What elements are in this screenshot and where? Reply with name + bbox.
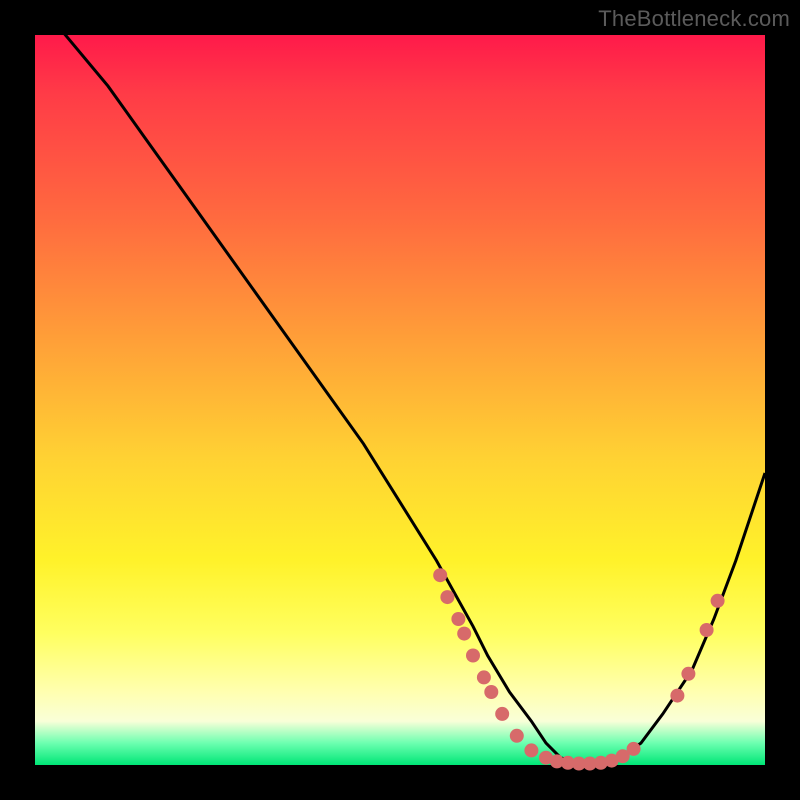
watermark-text: TheBottleneck.com [598, 6, 790, 32]
chart-frame: TheBottleneck.com [0, 0, 800, 800]
data-marker [451, 612, 465, 626]
data-marker [711, 594, 725, 608]
data-marker [510, 729, 524, 743]
data-marker [440, 590, 454, 604]
data-marker [433, 568, 447, 582]
data-marker [484, 685, 498, 699]
data-marker [466, 649, 480, 663]
plot-area [35, 35, 765, 765]
data-marker [700, 623, 714, 637]
data-marker [477, 670, 491, 684]
data-marker [495, 707, 509, 721]
data-marker [670, 689, 684, 703]
data-marker [681, 667, 695, 681]
data-marker [457, 627, 471, 641]
bottleneck-curve [35, 35, 765, 765]
data-marker [524, 743, 538, 757]
data-marker [627, 742, 641, 756]
